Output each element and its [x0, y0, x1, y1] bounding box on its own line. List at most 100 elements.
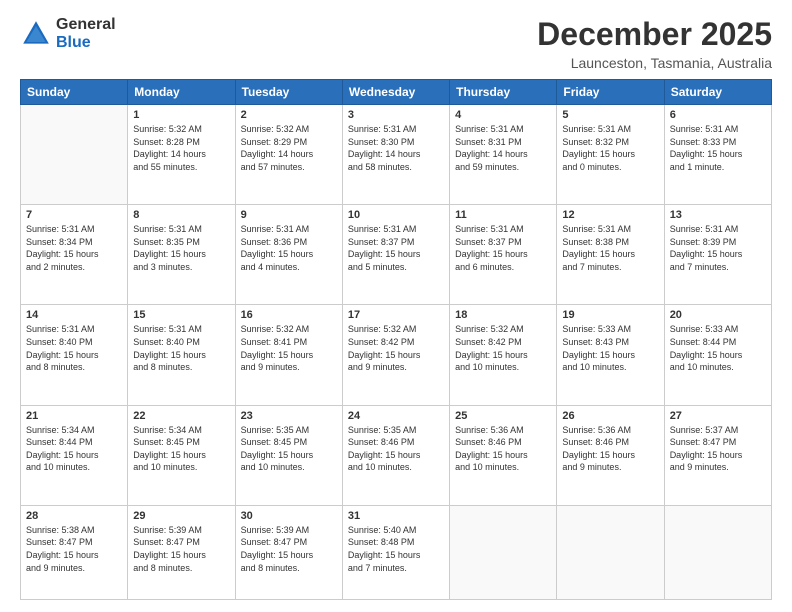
col-sunday: Sunday	[21, 80, 128, 105]
logo-blue-text: Blue	[56, 34, 116, 52]
calendar-page: General Blue December 2025 Launceston, T…	[0, 0, 792, 612]
day-info: Sunrise: 5:32 AM Sunset: 8:41 PM Dayligh…	[241, 323, 337, 373]
table-row	[450, 505, 557, 599]
logo-general-text: General	[56, 16, 116, 34]
day-info: Sunrise: 5:34 AM Sunset: 8:45 PM Dayligh…	[133, 424, 229, 474]
day-info: Sunrise: 5:31 AM Sunset: 8:32 PM Dayligh…	[562, 123, 658, 173]
day-info: Sunrise: 5:40 AM Sunset: 8:48 PM Dayligh…	[348, 524, 444, 574]
day-info: Sunrise: 5:39 AM Sunset: 8:47 PM Dayligh…	[241, 524, 337, 574]
table-row: 16 Sunrise: 5:32 AM Sunset: 8:41 PM Dayli…	[235, 305, 342, 405]
day-info: Sunrise: 5:38 AM Sunset: 8:47 PM Dayligh…	[26, 524, 122, 574]
day-number: 25	[455, 410, 551, 422]
day-number: 21	[26, 410, 122, 422]
table-row: 27Sunrise: 5:37 AM Sunset: 8:47 PM Dayli…	[664, 405, 771, 505]
table-row: 6 Sunrise: 5:31 AM Sunset: 8:33 PM Daylig…	[664, 105, 771, 205]
day-info: Sunrise: 5:39 AM Sunset: 8:47 PM Dayligh…	[133, 524, 229, 574]
day-info: Sunrise: 5:31 AM Sunset: 8:33 PM Dayligh…	[670, 123, 766, 173]
col-friday: Friday	[557, 80, 664, 105]
table-row: 17 Sunrise: 5:32 AM Sunset: 8:42 PM Dayli…	[342, 305, 449, 405]
table-row: 4Sunrise: 5:31 AM Sunset: 8:31 PM Daylig…	[450, 105, 557, 205]
table-row: 22 Sunrise: 5:34 AM Sunset: 8:45 PM Dayli…	[128, 405, 235, 505]
table-row: 3 Sunrise: 5:31 AM Sunset: 8:30 PM Daylig…	[342, 105, 449, 205]
table-row: 24 Sunrise: 5:35 AM Sunset: 8:46 PM Dayli…	[342, 405, 449, 505]
header-row: Sunday Monday Tuesday Wednesday Thursday…	[21, 80, 772, 105]
table-row: 8Sunrise: 5:31 AM Sunset: 8:35 PM Daylig…	[128, 205, 235, 305]
table-row: 31 Sunrise: 5:40 AM Sunset: 8:48 PM Dayli…	[342, 505, 449, 599]
day-info: Sunrise: 5:31 AM Sunset: 8:37 PM Dayligh…	[348, 223, 444, 273]
day-number: 1	[133, 109, 229, 121]
day-number: 7	[26, 209, 122, 221]
table-row: 15 Sunrise: 5:31 AM Sunset: 8:40 PM Dayli…	[128, 305, 235, 405]
col-wednesday: Wednesday	[342, 80, 449, 105]
day-info: Sunrise: 5:31 AM Sunset: 8:30 PM Dayligh…	[348, 123, 444, 173]
day-info: Sunrise: 5:32 AM Sunset: 8:42 PM Dayligh…	[455, 323, 551, 373]
table-row: 26 Sunrise: 5:36 AM Sunset: 8:46 PM Dayli…	[557, 405, 664, 505]
table-row: 19Sunrise: 5:33 AM Sunset: 8:43 PM Dayli…	[557, 305, 664, 405]
logo-icon	[20, 18, 52, 50]
calendar-table: Sunday Monday Tuesday Wednesday Thursday…	[20, 79, 772, 600]
day-number: 16	[241, 309, 337, 321]
day-number: 30	[241, 510, 337, 522]
table-row	[664, 505, 771, 599]
header: General Blue December 2025 Launceston, T…	[20, 16, 772, 71]
day-number: 19	[562, 309, 658, 321]
day-info: Sunrise: 5:31 AM Sunset: 8:38 PM Dayligh…	[562, 223, 658, 273]
day-number: 15	[133, 309, 229, 321]
table-row: 29 Sunrise: 5:39 AM Sunset: 8:47 PM Dayli…	[128, 505, 235, 599]
table-row: 9Sunrise: 5:31 AM Sunset: 8:36 PM Daylig…	[235, 205, 342, 305]
table-row: 21 Sunrise: 5:34 AM Sunset: 8:44 PM Dayli…	[21, 405, 128, 505]
table-row: 10 Sunrise: 5:31 AM Sunset: 8:37 PM Dayli…	[342, 205, 449, 305]
table-row: 11 Sunrise: 5:31 AM Sunset: 8:37 PM Dayli…	[450, 205, 557, 305]
day-number: 24	[348, 410, 444, 422]
day-info: Sunrise: 5:37 AM Sunset: 8:47 PM Dayligh…	[670, 424, 766, 474]
table-row: 14 Sunrise: 5:31 AM Sunset: 8:40 PM Dayli…	[21, 305, 128, 405]
table-row: 7 Sunrise: 5:31 AM Sunset: 8:34 PM Daylig…	[21, 205, 128, 305]
day-number: 20	[670, 309, 766, 321]
day-number: 3	[348, 109, 444, 121]
calendar-body: 1Sunrise: 5:32 AM Sunset: 8:28 PM Daylig…	[21, 105, 772, 600]
day-info: Sunrise: 5:31 AM Sunset: 8:31 PM Dayligh…	[455, 123, 551, 173]
table-row	[21, 105, 128, 205]
day-number: 10	[348, 209, 444, 221]
day-info: Sunrise: 5:32 AM Sunset: 8:42 PM Dayligh…	[348, 323, 444, 373]
day-number: 13	[670, 209, 766, 221]
day-info: Sunrise: 5:32 AM Sunset: 8:29 PM Dayligh…	[241, 123, 337, 173]
day-info: Sunrise: 5:31 AM Sunset: 8:37 PM Dayligh…	[455, 223, 551, 273]
day-info: Sunrise: 5:35 AM Sunset: 8:45 PM Dayligh…	[241, 424, 337, 474]
day-info: Sunrise: 5:31 AM Sunset: 8:40 PM Dayligh…	[133, 323, 229, 373]
day-number: 18	[455, 309, 551, 321]
day-info: Sunrise: 5:36 AM Sunset: 8:46 PM Dayligh…	[562, 424, 658, 474]
day-number: 6	[670, 109, 766, 121]
col-monday: Monday	[128, 80, 235, 105]
table-row: 20Sunrise: 5:33 AM Sunset: 8:44 PM Dayli…	[664, 305, 771, 405]
day-info: Sunrise: 5:31 AM Sunset: 8:39 PM Dayligh…	[670, 223, 766, 273]
day-number: 12	[562, 209, 658, 221]
table-row: 13 Sunrise: 5:31 AM Sunset: 8:39 PM Dayli…	[664, 205, 771, 305]
col-saturday: Saturday	[664, 80, 771, 105]
day-number: 17	[348, 309, 444, 321]
day-number: 26	[562, 410, 658, 422]
day-number: 31	[348, 510, 444, 522]
table-row	[557, 505, 664, 599]
table-row: 2Sunrise: 5:32 AM Sunset: 8:29 PM Daylig…	[235, 105, 342, 205]
day-number: 5	[562, 109, 658, 121]
day-info: Sunrise: 5:31 AM Sunset: 8:40 PM Dayligh…	[26, 323, 122, 373]
day-number: 11	[455, 209, 551, 221]
day-info: Sunrise: 5:31 AM Sunset: 8:34 PM Dayligh…	[26, 223, 122, 273]
day-number: 28	[26, 510, 122, 522]
day-number: 22	[133, 410, 229, 422]
day-number: 29	[133, 510, 229, 522]
month-title: December 2025	[537, 16, 772, 53]
table-row: 5 Sunrise: 5:31 AM Sunset: 8:32 PM Daylig…	[557, 105, 664, 205]
day-number: 9	[241, 209, 337, 221]
table-row: 1Sunrise: 5:32 AM Sunset: 8:28 PM Daylig…	[128, 105, 235, 205]
day-info: Sunrise: 5:35 AM Sunset: 8:46 PM Dayligh…	[348, 424, 444, 474]
logo: General Blue	[20, 16, 116, 51]
day-number: 14	[26, 309, 122, 321]
table-row: 23Sunrise: 5:35 AM Sunset: 8:45 PM Dayli…	[235, 405, 342, 505]
table-row: 30 Sunrise: 5:39 AM Sunset: 8:47 PM Dayli…	[235, 505, 342, 599]
day-number: 8	[133, 209, 229, 221]
day-info: Sunrise: 5:34 AM Sunset: 8:44 PM Dayligh…	[26, 424, 122, 474]
day-info: Sunrise: 5:36 AM Sunset: 8:46 PM Dayligh…	[455, 424, 551, 474]
table-row: 12 Sunrise: 5:31 AM Sunset: 8:38 PM Dayli…	[557, 205, 664, 305]
